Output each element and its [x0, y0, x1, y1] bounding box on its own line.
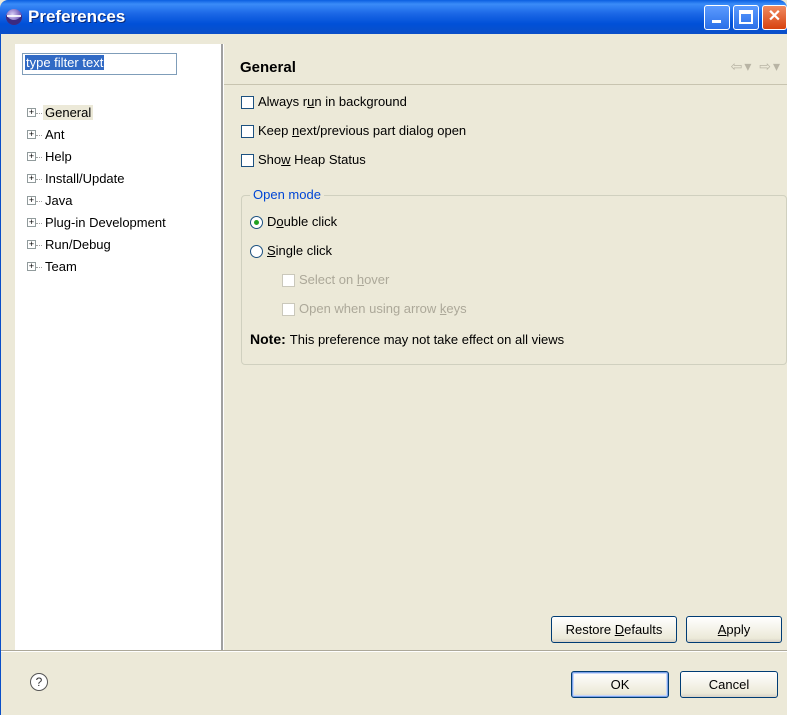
- single-click-radio[interactable]: Single click: [250, 241, 332, 261]
- filter-input[interactable]: type filter text: [22, 53, 177, 75]
- open-mode-note: Note: This preference may not take effect…: [250, 331, 564, 347]
- title-bar: Preferences ✕: [0, 0, 787, 34]
- restore-defaults-button[interactable]: Restore Defaults: [551, 616, 677, 643]
- mnemonic: D: [614, 622, 625, 637]
- select-on-hover-checkbox: Select on hover: [282, 270, 389, 290]
- maximize-icon: [739, 10, 753, 24]
- page-title: General: [240, 59, 296, 76]
- label-text: over: [364, 272, 390, 287]
- mnemonic: w: [281, 152, 291, 167]
- expand-plus-icon[interactable]: +: [27, 174, 36, 183]
- maximize-button[interactable]: [733, 5, 759, 30]
- expand-plus-icon[interactable]: +: [27, 108, 36, 117]
- tree-item-plugin-development[interactable]: + Plug-in Development: [23, 212, 168, 234]
- label-text: Keep: [258, 123, 292, 138]
- forward-arrow-icon[interactable]: ⇨: [759, 58, 773, 74]
- open-with-arrow-keys-checkbox: Open when using arrow keys: [282, 299, 467, 319]
- expand-plus-icon[interactable]: +: [27, 130, 36, 139]
- tree-item-java[interactable]: + Java: [23, 190, 168, 212]
- minimize-icon: [712, 20, 721, 23]
- note-label: Note:: [250, 331, 286, 347]
- label-text: D: [267, 214, 277, 229]
- open-mode-group: Open mode Double click Single click Sele…: [241, 187, 787, 365]
- filter-text: type filter text: [25, 55, 105, 70]
- tree-item-team[interactable]: + Team: [23, 256, 168, 278]
- label-text: Sho: [258, 152, 282, 167]
- button-label: Restore: [565, 622, 615, 637]
- tree-item-label: Java: [45, 193, 73, 208]
- apply-button[interactable]: Apply: [686, 616, 782, 643]
- window-title: Preferences: [28, 7, 126, 26]
- mnemonic: o: [276, 214, 284, 229]
- group-label: Open mode: [250, 187, 324, 202]
- radio-button[interactable]: [250, 245, 263, 259]
- tree-item-label: Help: [45, 149, 72, 164]
- ok-button[interactable]: OK: [571, 671, 669, 698]
- label-text: ingle click: [275, 243, 333, 258]
- preference-tree-pane: type filter text + General + Ant + Help …: [15, 44, 221, 650]
- back-arrow-icon[interactable]: ⇦: [731, 58, 745, 74]
- preferences-dialog: type filter text + General + Ant + Help …: [0, 34, 787, 715]
- cancel-button[interactable]: Cancel: [680, 671, 778, 698]
- expand-plus-icon[interactable]: +: [27, 262, 36, 271]
- tree-item-label: Ant: [45, 127, 65, 142]
- tree-item-run-debug[interactable]: + Run/Debug: [23, 234, 168, 256]
- back-dropdown-icon[interactable]: ▾: [744, 58, 753, 74]
- note-text: This preference may not take effect on a…: [289, 332, 565, 347]
- mnemonic: S: [267, 243, 276, 258]
- run-in-background-checkbox[interactable]: Always run in background: [241, 92, 407, 112]
- checkbox-box: [282, 274, 295, 288]
- checkbox-box[interactable]: [241, 125, 254, 139]
- label-text: Select on: [299, 272, 357, 287]
- history-nav: ⇦▾ ⇨▾: [731, 58, 782, 75]
- keep-dialog-open-checkbox[interactable]: Keep next/previous part dialog open: [241, 121, 466, 141]
- footer-separator: [1, 650, 787, 652]
- button-label: efaults: [624, 622, 663, 637]
- expand-plus-icon[interactable]: +: [27, 196, 36, 205]
- mnemonic: h: [356, 272, 365, 287]
- tree-item-label: Plug-in Development: [45, 215, 166, 230]
- show-heap-status-checkbox[interactable]: Show Heap Status: [241, 150, 366, 170]
- tree-item-install-update[interactable]: + Install/Update: [23, 168, 168, 190]
- preference-tree: + General + Ant + Help + Install/Update …: [23, 102, 168, 278]
- minimize-button[interactable]: [704, 5, 730, 30]
- forward-dropdown-icon[interactable]: ▾: [773, 58, 782, 74]
- checkbox-box[interactable]: [241, 96, 254, 110]
- tree-item-label: Install/Update: [45, 171, 125, 186]
- label-text: uble click: [283, 214, 338, 229]
- double-click-radio[interactable]: Double click: [250, 212, 337, 232]
- label-text: Always r: [258, 94, 308, 109]
- expand-plus-icon[interactable]: +: [27, 218, 36, 227]
- preference-page: General ⇦▾ ⇨▾ Always run in background K…: [224, 44, 787, 650]
- button-label: Cancel: [708, 677, 750, 692]
- label-text: Heap Status: [290, 152, 366, 167]
- tree-item-label: Run/Debug: [45, 237, 111, 252]
- close-button[interactable]: ✕: [762, 5, 787, 30]
- tree-item-label: Team: [45, 259, 77, 274]
- radio-button[interactable]: [250, 216, 263, 230]
- page-header: General ⇦▾ ⇨▾: [224, 44, 787, 85]
- label-text: eys: [446, 301, 467, 316]
- button-label: OK: [610, 677, 630, 692]
- label-text: Open when using arrow: [299, 301, 440, 316]
- expand-plus-icon[interactable]: +: [27, 240, 36, 249]
- label-text: ext/previous part dialog open: [299, 123, 467, 138]
- checkbox-box[interactable]: [241, 154, 254, 168]
- label-text: n in background: [314, 94, 407, 109]
- button-label: pply: [726, 622, 751, 637]
- tree-item-ant[interactable]: + Ant: [23, 124, 168, 146]
- tree-item-general[interactable]: + General: [23, 102, 168, 124]
- checkbox-box: [282, 303, 295, 317]
- tree-item-help[interactable]: + Help: [23, 146, 168, 168]
- expand-plus-icon[interactable]: +: [27, 152, 36, 161]
- eclipse-app-icon: [6, 9, 22, 25]
- tree-item-label: General: [43, 105, 94, 120]
- close-icon: ✕: [767, 8, 782, 25]
- help-icon[interactable]: ?: [30, 673, 48, 691]
